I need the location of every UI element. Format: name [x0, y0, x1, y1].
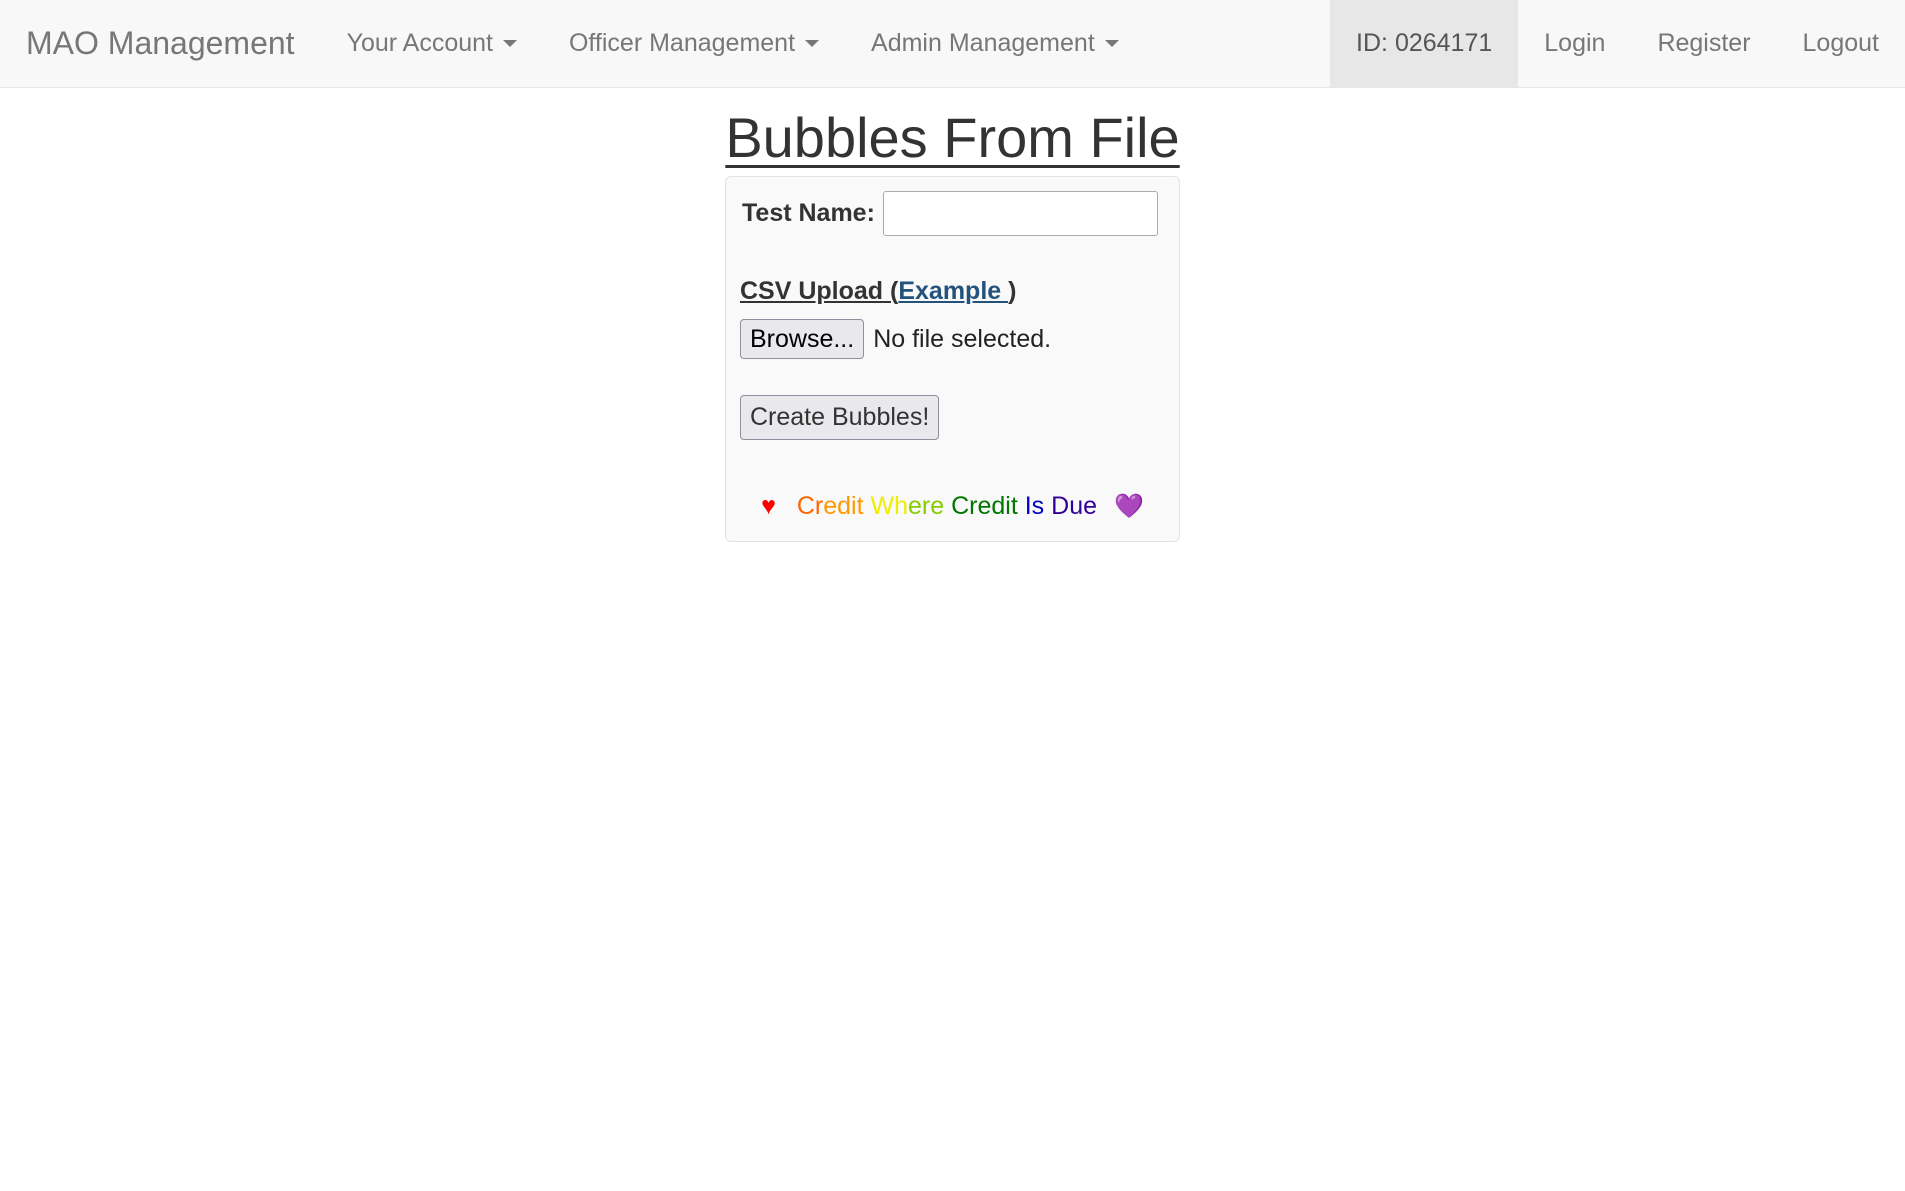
nav-account-list: ID: 0264171 Login Register Logout — [1330, 0, 1905, 87]
browse-button[interactable]: Browse... — [740, 319, 865, 359]
test-name-label: Test Name: — [742, 199, 875, 227]
credit-text: Credit Where Credit Is Due — [797, 492, 1097, 520]
purple-heart-icon: 💜 — [1113, 493, 1144, 520]
caret-down-icon — [1104, 40, 1119, 47]
red-heart-icon: ♥ — [761, 492, 776, 520]
test-name-row: Test Name: — [742, 191, 1158, 236]
create-bubbles-button[interactable]: Create Bubbles! — [740, 395, 940, 440]
credit-text-segment: Is — [1024, 492, 1052, 520]
register-link[interactable]: Register — [1631, 0, 1776, 87]
user-id-item[interactable]: ID: 0264171 — [1330, 0, 1519, 87]
test-name-input[interactable] — [882, 191, 1158, 236]
caret-down-icon — [502, 40, 517, 47]
credit-text-segment: Credit — [951, 492, 1025, 520]
csv-upload-heading: CSV Upload (Example ) — [740, 277, 1016, 306]
credit-text-segment: ere — [908, 492, 952, 520]
credit-text-segment: edit — [823, 492, 871, 520]
file-input-row: Browse... No file selected. — [740, 319, 1051, 359]
menu-officer-management[interactable]: Officer Management — [543, 0, 845, 87]
csv-upload-label: CSV Upload ( — [740, 277, 899, 305]
brand-link[interactable]: MAO Management — [0, 0, 321, 87]
menu-officer-management-label: Officer Management — [568, 29, 796, 57]
credit-text-segment: Due — [1051, 492, 1098, 520]
menu-your-account[interactable]: Your Account — [321, 0, 543, 87]
credit-text-segment: Wh — [870, 492, 909, 520]
csv-upload-label-close: ) — [1008, 277, 1017, 305]
caret-down-icon — [805, 40, 820, 47]
menu-your-account-label: Your Account — [346, 29, 493, 57]
page-title: Bubbles From File — [725, 106, 1180, 169]
logout-link[interactable]: Logout — [1777, 0, 1905, 87]
main-content: Bubbles From File Test Name: CSV Upload … — [0, 88, 1905, 542]
credit-text-segment: Cr — [796, 492, 824, 520]
credit-link[interactable]: ♥ Credit Where Credit Is Due 💜 — [0, 492, 1905, 521]
top-navbar: MAO Management Your Account Officer Mana… — [0, 0, 1905, 88]
login-link[interactable]: Login — [1518, 0, 1631, 87]
csv-example-link[interactable]: Example — [898, 277, 1008, 305]
nav-menu-list: Your Account Officer Management Admin Ma… — [321, 0, 1145, 87]
bubbles-upload-form: Test Name: CSV Upload (Example ) Browse.… — [725, 176, 1180, 542]
file-status-text: No file selected. — [873, 324, 1052, 353]
menu-admin-management-label: Admin Management — [871, 29, 1095, 57]
menu-admin-management[interactable]: Admin Management — [845, 0, 1145, 87]
